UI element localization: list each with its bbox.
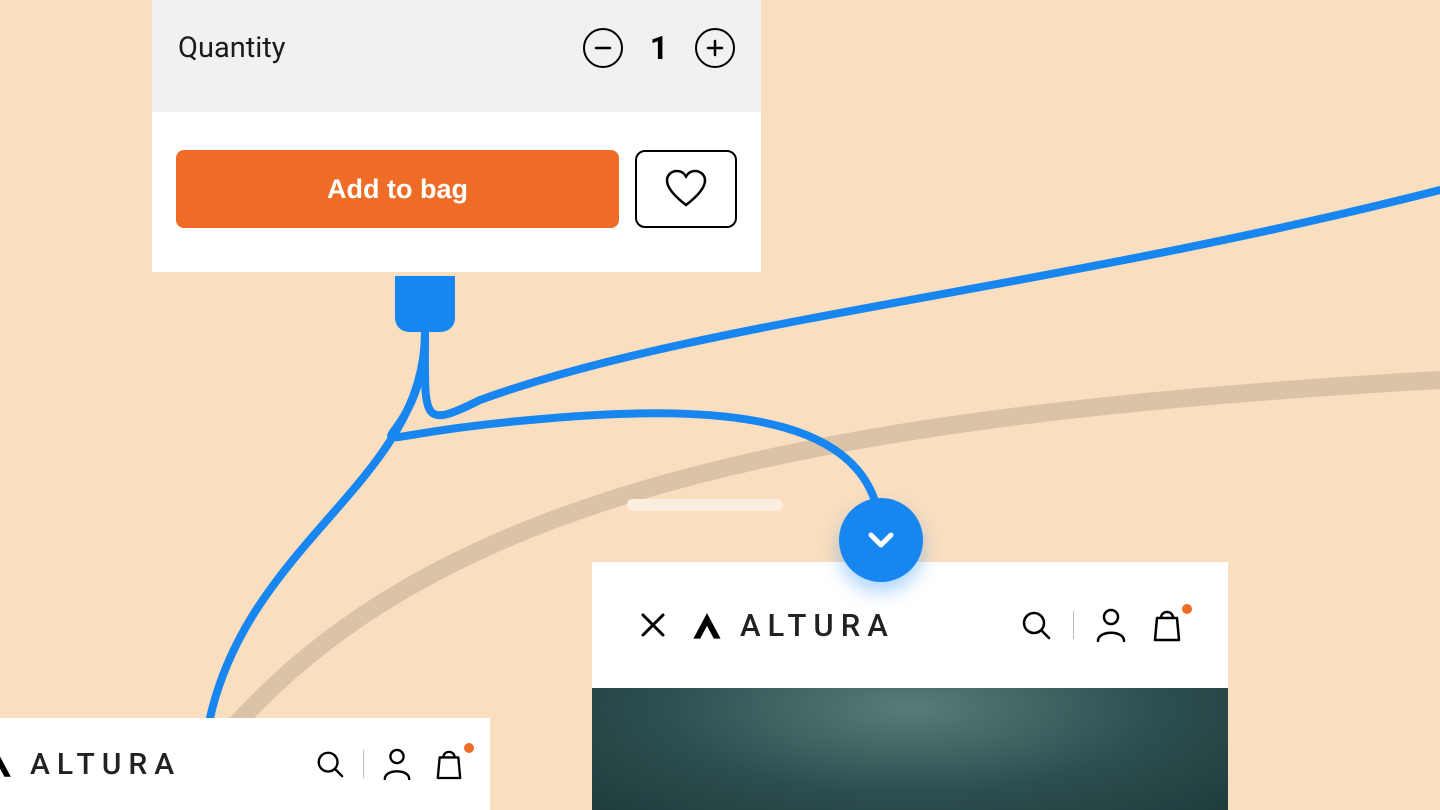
close-icon xyxy=(639,611,667,639)
quantity-row: Quantity 1 xyxy=(152,0,761,112)
account-icon xyxy=(1095,608,1127,642)
account-icon xyxy=(382,748,412,780)
search-button[interactable] xyxy=(1017,606,1055,644)
brand-logo-icon xyxy=(0,748,14,780)
product-action-row: Add to bag xyxy=(152,112,761,272)
minus-icon xyxy=(593,38,613,58)
search-icon xyxy=(315,749,345,779)
connector-origin-plug xyxy=(395,276,455,332)
search-icon xyxy=(1020,609,1052,641)
quantity-value: 1 xyxy=(645,29,673,67)
heart-icon xyxy=(664,169,708,209)
bag-icon xyxy=(1152,608,1182,642)
brand-lockup-cropped[interactable]: ALTURA xyxy=(0,747,181,782)
drag-handle-indicator xyxy=(627,499,783,511)
storefront-header-bar: ALTURA xyxy=(592,562,1228,688)
product-action-card: Quantity 1 Add to bag xyxy=(152,0,761,272)
storefront-header-bar-cropped: ALTURA xyxy=(0,718,490,810)
brand-name-cropped: ALTURA xyxy=(30,747,181,782)
header-separator xyxy=(1073,611,1074,639)
bag-button-cropped[interactable] xyxy=(430,745,468,783)
storefront-hero-image xyxy=(592,688,1228,810)
bag-notification-dot xyxy=(1182,604,1192,614)
header-separator-cropped xyxy=(363,750,364,778)
search-button-cropped[interactable] xyxy=(311,745,349,783)
canvas-background: Quantity 1 Add to bag xyxy=(0,0,1440,810)
account-button-cropped[interactable] xyxy=(378,745,416,783)
brand-lockup[interactable]: ALTURA xyxy=(690,607,895,644)
storefront-mobile-cropped: ALTURA xyxy=(0,718,490,810)
close-button[interactable] xyxy=(634,606,672,644)
add-to-bag-button[interactable]: Add to bag xyxy=(176,150,619,228)
favorite-button[interactable] xyxy=(635,150,737,228)
connector-chevron-node[interactable] xyxy=(839,498,923,582)
quantity-decrement-button[interactable] xyxy=(583,28,623,68)
brand-name: ALTURA xyxy=(740,607,895,644)
plus-icon xyxy=(705,38,725,58)
quantity-stepper: 1 xyxy=(583,28,735,68)
storefront-mobile-main: ALTURA xyxy=(592,562,1228,810)
bag-icon xyxy=(435,748,463,780)
quantity-label: Quantity xyxy=(178,31,285,65)
bag-button[interactable] xyxy=(1148,606,1186,644)
bag-notification-dot-cropped xyxy=(464,743,474,753)
brand-logo-icon xyxy=(690,608,724,642)
account-button[interactable] xyxy=(1092,606,1130,644)
quantity-increment-button[interactable] xyxy=(695,28,735,68)
chevron-down-icon xyxy=(861,520,901,560)
